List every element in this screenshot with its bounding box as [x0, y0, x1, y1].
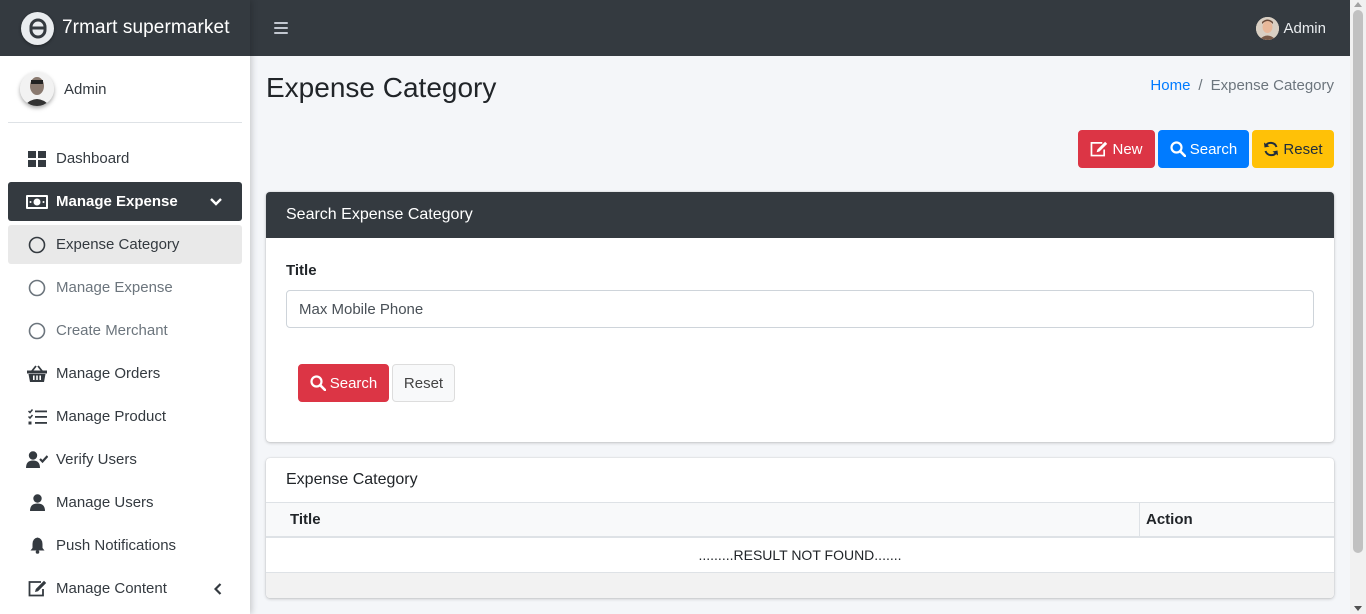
scroll-down-arrow-icon[interactable] [1354, 606, 1362, 611]
menu-toggle-icon[interactable] [274, 22, 288, 34]
page-title: Expense Category [266, 72, 497, 103]
search-button[interactable]: Search [1158, 130, 1249, 168]
sidebar-item-manage-expense[interactable]: Manage Expense [8, 268, 242, 307]
main-sidebar: 7rmart supermarket Admin Dashboard Manag… [0, 0, 250, 614]
circle-icon [26, 277, 48, 299]
sidebar-item-label: Manage Product [56, 408, 167, 425]
sidebar-item-manage-orders[interactable]: Manage Orders [8, 354, 242, 393]
edit-icon [1090, 141, 1108, 157]
sidebar-item-label: Push Notifications [56, 537, 177, 554]
search-submit-label: Search [329, 374, 378, 392]
breadcrumb-home-link[interactable]: Home [1150, 77, 1190, 94]
title-field-label: Title [286, 262, 317, 279]
sidebar-item-manage-users[interactable]: Manage Users [8, 483, 242, 522]
table-header: Title Action [266, 503, 1334, 538]
page-scrollbar[interactable] [1350, 0, 1366, 614]
breadcrumb: Home / Expense Category [1150, 77, 1334, 94]
sidebar-item-label: Manage Expense [56, 279, 173, 296]
dashboard-icon [26, 148, 48, 170]
basket-icon [26, 363, 48, 385]
search-icon [310, 375, 326, 391]
title-input[interactable]: Max Mobile Phone [286, 290, 1314, 328]
search-button-label: Search [1189, 140, 1238, 158]
results-table: Title Action .........RESULT NOT FOUND..… [266, 503, 1334, 598]
user-icon [26, 492, 48, 514]
brand-name: 7rmart supermarket [62, 17, 230, 38]
new-button[interactable]: New [1078, 130, 1155, 168]
user-avatar [1256, 16, 1280, 40]
sidebar-item-dashboard[interactable]: Dashboard [8, 139, 242, 178]
top-user-name: Admin [1283, 19, 1326, 37]
reset-button[interactable]: Reset [1252, 130, 1334, 168]
search-submit-button[interactable]: Search [298, 364, 389, 402]
search-icon [1170, 141, 1186, 157]
sidebar-user-name[interactable]: Admin [64, 81, 107, 98]
sidebar-user-panel: Admin [8, 56, 242, 123]
table-footer [266, 573, 1334, 598]
search-card: Search Expense Category Title Max Mobile… [266, 192, 1334, 442]
sidebar-item-manage-expense-menu[interactable]: Manage Expense [8, 182, 242, 221]
content-wrapper: Expense Category Home / Expense Category… [250, 56, 1350, 614]
circle-icon [26, 234, 48, 256]
breadcrumb-current: Expense Category [1210, 77, 1334, 94]
sidebar-item-manage-content[interactable]: Manage Content [8, 569, 242, 608]
brand-logo-icon [21, 11, 54, 45]
sidebar-item-create-merchant[interactable]: Create Merchant [8, 311, 242, 350]
results-card: Expense Category Title Action .........R… [266, 458, 1334, 598]
column-header-action[interactable]: Action [1140, 503, 1334, 536]
user-check-icon [26, 449, 48, 471]
sidebar-item-label: Manage Expense [56, 193, 178, 210]
chevron-left-icon [214, 582, 222, 595]
breadcrumb-separator: / [1198, 77, 1203, 94]
sidebar-item-label: Manage Orders [56, 365, 161, 382]
chevron-down-icon [210, 197, 222, 206]
sidebar-nav: Dashboard Manage Expense Expense Categor… [0, 139, 250, 608]
scroll-thumb[interactable] [1353, 10, 1363, 553]
sidebar-item-label: Manage Content [56, 580, 167, 597]
sidebar-item-label: Dashboard [56, 150, 130, 167]
reset-button-label: Reset [1283, 140, 1323, 158]
sidebar-item-label: Verify Users [56, 451, 137, 468]
empty-result-row: .........RESULT NOT FOUND....... [266, 538, 1334, 573]
sidebar-avatar[interactable] [20, 72, 54, 106]
edit-icon [26, 578, 48, 600]
results-card-title: Expense Category [266, 458, 1334, 503]
money-bill-icon [26, 191, 48, 213]
user-menu[interactable]: Admin [1256, 0, 1326, 56]
bell-icon [26, 535, 48, 557]
search-card-title: Search Expense Category [266, 192, 1334, 238]
sync-icon [1263, 141, 1279, 157]
top-navbar: Admin [250, 0, 1350, 56]
sidebar-item-label: Manage Users [56, 494, 154, 511]
sidebar-item-label: Create Merchant [56, 322, 168, 339]
sidebar-item-manage-product[interactable]: Manage Product [8, 397, 242, 436]
circle-icon [26, 320, 48, 342]
sidebar-item-push-notifications[interactable]: Push Notifications [8, 526, 242, 565]
sidebar-item-verify-users[interactable]: Verify Users [8, 440, 242, 479]
search-reset-button[interactable]: Reset [392, 364, 455, 402]
tasks-icon [26, 406, 48, 428]
new-button-label: New [1112, 140, 1143, 158]
page-actions: New Search Reset [1078, 130, 1334, 168]
scroll-up-arrow-icon[interactable] [1354, 2, 1362, 7]
sidebar-item-label: Expense Category [56, 236, 180, 253]
column-header-title[interactable]: Title [266, 503, 1140, 536]
brand-link[interactable]: 7rmart supermarket [0, 0, 250, 56]
sidebar-item-expense-category[interactable]: Expense Category [8, 225, 242, 264]
